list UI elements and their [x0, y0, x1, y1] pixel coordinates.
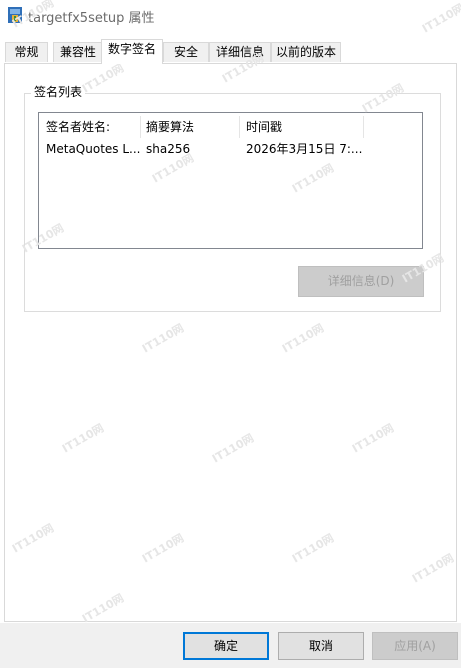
column-header-timestamp[interactable]: 时间戳 [246, 118, 282, 136]
title-bar: targetfx5setup 属性 [0, 0, 461, 30]
column-separator[interactable] [140, 116, 141, 138]
cancel-button[interactable]: 取消 [278, 632, 364, 660]
column-header-signer[interactable]: 签名者姓名: [46, 118, 110, 136]
tab-security[interactable]: 安全 [163, 42, 209, 62]
apply-button[interactable]: 应用(A) [372, 632, 458, 660]
signature-row-algorithm[interactable]: sha256 [146, 141, 190, 157]
tab-details[interactable]: 详细信息 [209, 42, 271, 62]
tab-digital-signatures[interactable]: 数字签名 [101, 39, 163, 64]
column-separator[interactable] [363, 116, 364, 138]
tab-compatibility[interactable]: 兼容性 [53, 42, 103, 62]
details-button[interactable]: 详细信息(D) [298, 266, 424, 297]
signature-row-signer[interactable]: MetaQuotes L... [46, 141, 140, 157]
signature-list-group-title: 签名列表 [31, 85, 86, 99]
ok-button[interactable]: 确定 [183, 632, 269, 660]
signature-row-timestamp[interactable]: 2026年3月15日 7:... [246, 141, 362, 157]
tab-general[interactable]: 常规 [5, 42, 48, 62]
column-separator[interactable] [239, 116, 240, 138]
installer-package-icon [8, 7, 22, 23]
column-header-digest-algorithm[interactable]: 摘要算法 [146, 118, 194, 136]
tab-previous-versions[interactable]: 以前的版本 [271, 42, 341, 62]
window-title: targetfx5setup 属性 [28, 11, 155, 26]
